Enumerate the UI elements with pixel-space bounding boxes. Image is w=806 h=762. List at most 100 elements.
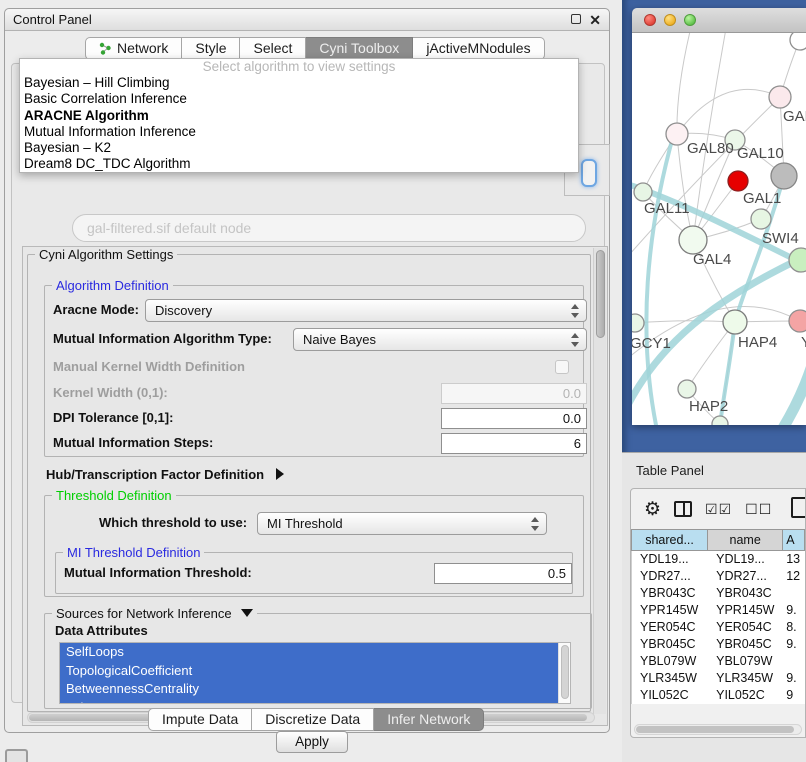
tab-infer-network[interactable]: Infer Network <box>374 708 484 731</box>
algorithm-dropdown-popup: Select algorithm to view settings Bayesi… <box>19 58 579 173</box>
tab-cyni-toolbox[interactable]: Cyni Toolbox <box>306 37 413 60</box>
table-row[interactable]: YDR27... YDR27... 12 <box>631 568 805 585</box>
column-header-name[interactable]: name <box>708 529 783 551</box>
float-panel-icon[interactable] <box>571 14 581 26</box>
column-header-partial[interactable]: A <box>783 529 805 551</box>
node-bottom[interactable] <box>712 416 728 425</box>
mi-steps-field[interactable]: 6 <box>441 433 587 454</box>
dpi-tolerance-field[interactable]: 0.0 <box>441 408 587 429</box>
aracne-mode-combobox[interactable]: Discovery <box>145 299 587 322</box>
network-nodes <box>632 33 806 425</box>
control-panel-tabbar: Network Style Select Cyni Toolbox jActiv… <box>85 37 545 60</box>
hub-transcription-factor-section[interactable]: Hub/Transcription Factor Definition <box>46 467 284 482</box>
node-gal-right[interactable] <box>769 86 791 108</box>
node-unlabeled-top[interactable] <box>790 33 806 50</box>
table-row[interactable]: YIL052C YIL052C 9 <box>631 687 805 704</box>
sources-group-title[interactable]: Sources for Network Inference <box>52 606 257 621</box>
node-label: HAP4 <box>738 334 777 351</box>
dropdown-item[interactable]: Bayesian – Hill Climbing <box>20 75 578 91</box>
minimize-window-icon[interactable] <box>664 14 676 26</box>
node-gray[interactable] <box>771 163 797 189</box>
cyni-settings-scrollpane: Cyni Algorithm Settings Algorithm Defini… <box>22 246 608 726</box>
node-gal1[interactable] <box>751 209 771 229</box>
table-row[interactable]: YLR345W YLR345W 9. <box>631 670 805 687</box>
deselect-all-checkboxes-icon[interactable]: ☐☐ <box>745 501 772 518</box>
node-gcy1[interactable] <box>632 314 644 332</box>
dropdown-item[interactable]: Dream8 DC_TDC Algorithm <box>20 156 578 172</box>
network-selector-combobox[interactable]: gal-filtered.sif default node <box>72 214 586 242</box>
which-threshold-combobox[interactable]: MI Threshold <box>257 512 547 535</box>
select-all-checkboxes-icon[interactable]: ☑☑ <box>705 501 732 518</box>
column-header-shared-name[interactable]: shared... <box>631 529 708 551</box>
column-view-icon[interactable] <box>674 501 692 517</box>
cyni-algorithm-settings-group: Cyni Algorithm Settings Algorithm Defini… <box>27 254 591 712</box>
dpi-tolerance-label: DPI Tolerance [0,1]: <box>53 410 173 425</box>
list-item[interactable]: BetweennessCentrality <box>60 680 558 699</box>
list-scrollbar[interactable] <box>558 643 570 703</box>
tab-discretize-data[interactable]: Discretize Data <box>252 708 374 731</box>
dropdown-item-selected[interactable]: ARACNE Algorithm <box>20 108 578 124</box>
node-gal11[interactable] <box>634 183 652 201</box>
control-panel-titlebar: Control Panel ✕ <box>5 9 609 31</box>
node-gal80[interactable] <box>666 123 688 145</box>
manual-kernel-width-checkbox[interactable] <box>555 360 569 374</box>
node-hap4[interactable] <box>723 310 747 334</box>
node-table-box: ⚙ ☑☑ ☐☐ shared... name A YDL19... YDL19.… <box>630 488 806 738</box>
tab-select[interactable]: Select <box>240 37 306 60</box>
mi-steps-label: Mutual Information Steps: <box>53 435 213 450</box>
gear-icon[interactable]: ⚙ <box>644 500 661 519</box>
table-row[interactable]: YER054C YER054C 8. <box>631 619 805 636</box>
export-table-icon[interactable] <box>791 497 806 518</box>
background-focused-combobox <box>581 159 597 187</box>
node-label: Y <box>801 334 806 351</box>
node-label: GAL11 <box>644 200 690 217</box>
dropdown-item[interactable]: Bayesian – K2 <box>20 140 578 156</box>
close-window-icon[interactable] <box>644 14 656 26</box>
threshold-definition-group: Threshold Definition Which threshold to … <box>44 495 584 597</box>
table-horizontal-scrollbar[interactable] <box>634 724 802 735</box>
node-hap2[interactable] <box>678 380 696 398</box>
list-item[interactable]: gal4RGexp <box>60 699 558 705</box>
tab-jactivemnodules[interactable]: jActiveMNodules <box>413 37 544 60</box>
data-attributes-list: SelfLoops TopologicalCoefficient Between… <box>59 642 571 704</box>
mi-algorithm-type-label: Mutual Information Algorithm Type: <box>53 331 272 346</box>
collapse-arrow-icon[interactable] <box>276 468 284 480</box>
node-label: GCY1 <box>632 335 671 352</box>
node-red[interactable] <box>728 171 748 191</box>
network-window-titlebar[interactable] <box>632 8 806 33</box>
stepper-icon <box>530 517 539 531</box>
network-canvas[interactable]: GAL GAL80 GAL10 GAL1 GAL11 GAL4 SWI4 GCY… <box>632 33 806 425</box>
table-row[interactable]: YDL19... YDL19... 13 <box>631 551 805 568</box>
network-graph <box>632 33 806 425</box>
apply-button[interactable]: Apply <box>276 731 348 753</box>
dropdown-item[interactable]: Mutual Information Inference <box>20 124 578 140</box>
node-gal4[interactable] <box>679 226 707 254</box>
cyni-mode-tabbar: Impute Data Discretize Data Infer Networ… <box>148 708 484 731</box>
mi-threshold-field[interactable]: 0.5 <box>434 563 572 584</box>
network-tab-icon <box>99 42 112 55</box>
kernel-width-field[interactable]: 0.0 <box>441 383 587 404</box>
tab-style[interactable]: Style <box>182 37 240 60</box>
tab-network[interactable]: Network <box>85 37 182 60</box>
expand-arrow-icon[interactable] <box>241 609 253 617</box>
table-row[interactable]: YBL079W YBL079W <box>631 653 805 670</box>
list-item[interactable]: SelfLoops <box>60 643 558 662</box>
collapsed-panel-icon[interactable] <box>5 749 28 762</box>
manual-kernel-width-label: Manual Kernel Width Definition <box>53 359 245 374</box>
node-y[interactable] <box>789 310 806 332</box>
zoom-window-icon[interactable] <box>684 14 696 26</box>
table-row[interactable]: YBR043C YBR043C <box>631 585 805 602</box>
table-row[interactable]: YBR045C YBR045C 9. <box>631 636 805 653</box>
settings-vertical-scrollbar[interactable] <box>593 248 606 714</box>
list-item[interactable]: TopologicalCoefficient <box>60 662 558 681</box>
dropdown-item[interactable]: Basic Correlation Inference <box>20 91 578 107</box>
aracne-mode-label: Aracne Mode: <box>53 302 139 317</box>
cyni-settings-group-title: Cyni Algorithm Settings <box>35 247 177 262</box>
close-panel-icon[interactable]: ✕ <box>589 13 601 27</box>
stepper-icon <box>570 304 579 318</box>
mi-algorithm-type-combobox[interactable]: Naive Bayes <box>293 328 587 351</box>
which-threshold-label: Which threshold to use: <box>99 515 247 530</box>
tab-impute-data[interactable]: Impute Data <box>148 708 252 731</box>
node-swi4[interactable] <box>789 248 806 272</box>
table-row[interactable]: YPR145W YPR145W 9. <box>631 602 805 619</box>
